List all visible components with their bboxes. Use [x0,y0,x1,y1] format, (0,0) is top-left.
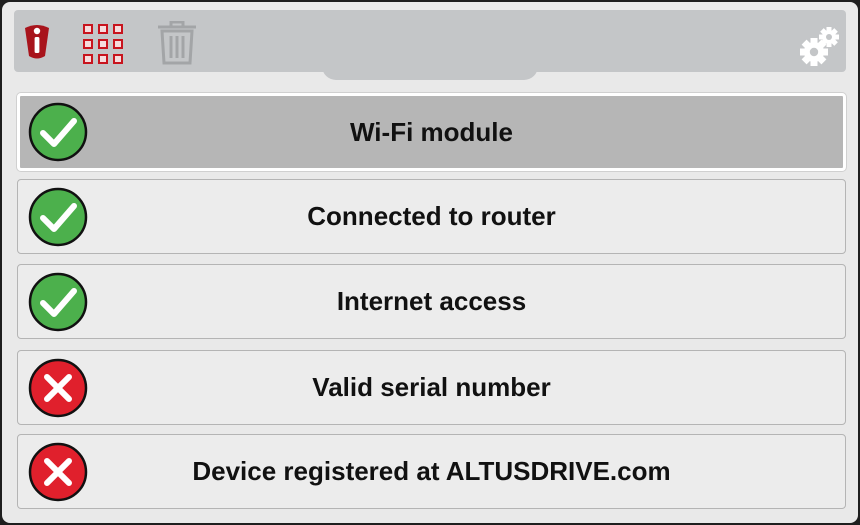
toolbar-tab-notch [322,62,538,80]
trash-icon[interactable] [156,21,198,65]
status-row-valid-serial-number[interactable]: Valid serial number [17,350,846,425]
status-row-device-registered[interactable]: Device registered at ALTUSDRIVE.com [17,434,846,509]
status-row-internet-access[interactable]: Internet access [17,264,846,339]
status-row-connected-to-router[interactable]: Connected to router [17,179,846,254]
status-label: Internet access [336,286,527,316]
status-label: Device registered at ALTUSDRIVE.com [192,456,671,486]
info-icon[interactable] [20,20,54,62]
status-label: Valid serial number [312,372,551,402]
gear-icon[interactable] [798,24,842,68]
grid-icon[interactable] [82,23,124,65]
app-frame: Wi-Fi module Connected to router Interne… [2,2,858,523]
status-label: Connected to router [307,201,556,231]
status-row-wifi-module[interactable]: Wi-Fi module [17,93,846,171]
status-label: Wi-Fi module [350,116,513,147]
